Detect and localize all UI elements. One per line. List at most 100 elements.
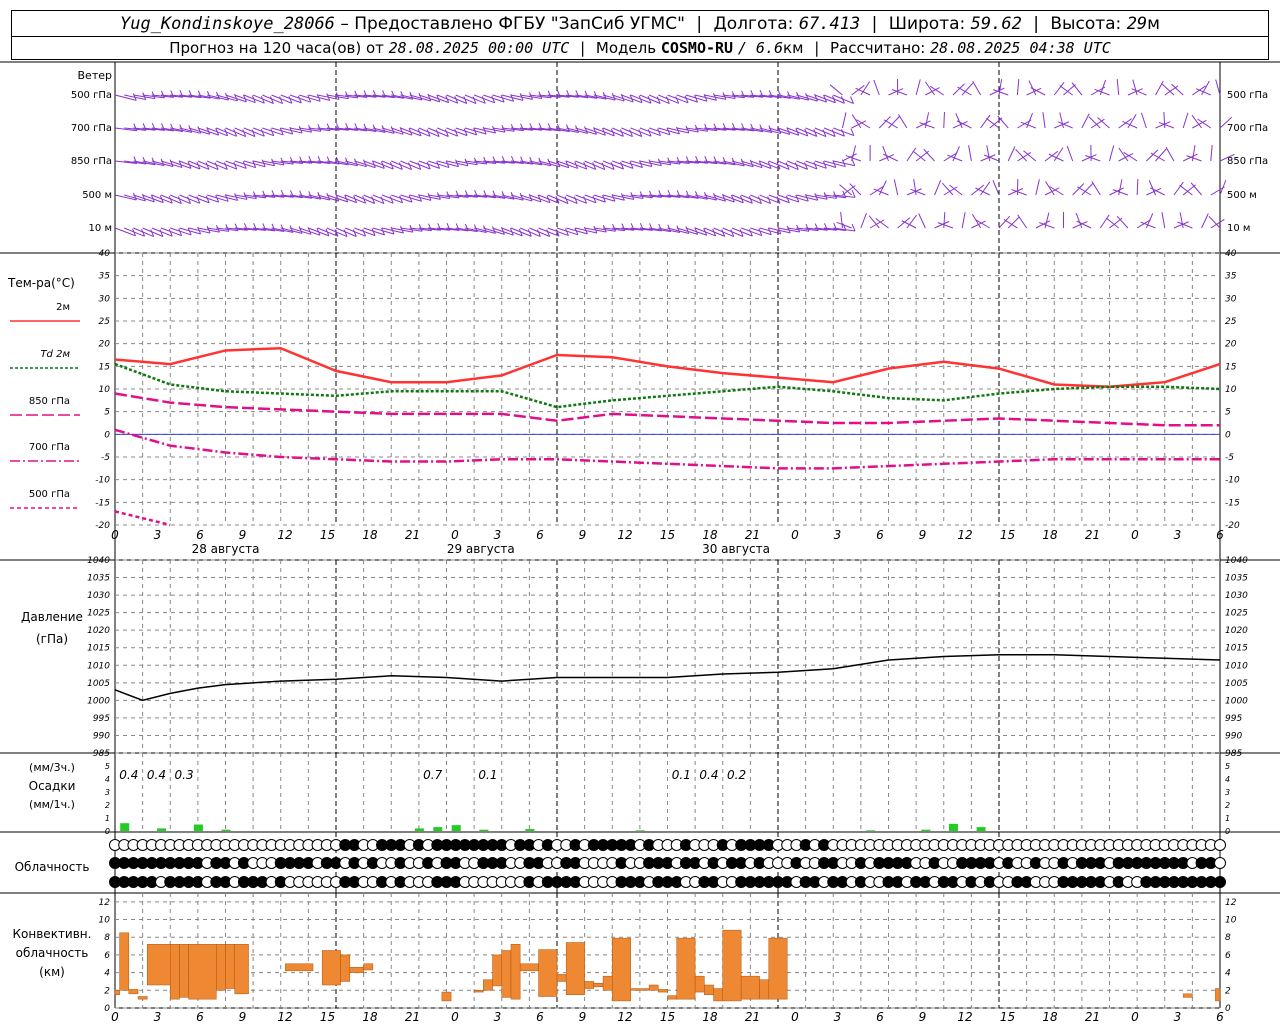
- temp-tick-right: 30: [1225, 294, 1237, 304]
- wind-barb: [1109, 145, 1115, 162]
- precip-title-3h: (мм/3ч.): [29, 761, 75, 774]
- precip-title: Осадки: [29, 779, 76, 793]
- wind-barb: [913, 179, 917, 196]
- wind-barb: [1219, 179, 1227, 196]
- temp-hour-tick: 12: [277, 528, 292, 542]
- press-tick-left: 1035: [87, 574, 110, 584]
- conv-cloud-block: [648, 984, 659, 991]
- temp-hour-tick: 15: [660, 528, 675, 542]
- conv-cloud-block: [565, 942, 585, 995]
- wind-barb: [1053, 82, 1065, 96]
- wind-barb: [1136, 178, 1139, 196]
- conv-cloud-block: [612, 937, 631, 1002]
- conv-cloud-block: [713, 988, 724, 1002]
- bottom-hour-tick: 21: [745, 1010, 760, 1024]
- temp-tick-left: 30: [99, 294, 111, 304]
- temp-hour-tick: 12: [957, 528, 972, 542]
- bottom-hour-tick: 12: [957, 1010, 972, 1024]
- conv-tick-left: 0: [104, 1004, 110, 1014]
- conv-cloud-block: [602, 975, 613, 991]
- wind-barb: [1182, 112, 1189, 129]
- wind-barb: [1155, 121, 1171, 129]
- conv-cloud-block: [128, 989, 139, 995]
- conv-cloud-block: [234, 944, 249, 995]
- temp-legend-label: 2м: [56, 302, 70, 313]
- press-tick-left: 1010: [87, 661, 110, 671]
- precip-bar: [525, 829, 535, 831]
- wind-barb: [957, 86, 972, 96]
- temp-legend-label: 500 гПа: [29, 489, 70, 500]
- precip-bar: [948, 823, 958, 831]
- wind-barb: [612, 127, 633, 138]
- bottom-hour-tick: 21: [1085, 1010, 1100, 1024]
- conv-cloud-block: [667, 995, 677, 1000]
- wind-barb: [1105, 217, 1120, 229]
- wind-barb: [1118, 118, 1132, 129]
- wind-barb: [1099, 214, 1110, 229]
- wind-barb: [833, 160, 855, 167]
- wind-barb-feather: [851, 223, 856, 232]
- press-tick-right: 1030: [1225, 591, 1248, 601]
- conv-cloud-block: [114, 990, 120, 995]
- wind-barb: [1123, 151, 1138, 162]
- wind-barb: [968, 145, 972, 162]
- wind-barb-feather: [335, 92, 340, 100]
- conv-tick-left: 12: [99, 898, 111, 908]
- precip-total-label: 0.4: [119, 768, 138, 782]
- conv-tick-right: 8: [1225, 933, 1231, 943]
- temp-tick-left: -5: [101, 453, 110, 463]
- press-tick-right: 1020: [1225, 626, 1248, 636]
- wind-barb: [1035, 179, 1040, 196]
- wind-barb: [972, 80, 982, 96]
- wind-barb: [915, 79, 921, 96]
- temp-tick-left: 40: [99, 249, 111, 259]
- precip-tick-right: 4: [1225, 775, 1230, 784]
- wind-barb: [873, 188, 889, 196]
- press-tick-left: 1015: [87, 644, 110, 654]
- precip-bar: [866, 830, 876, 831]
- conv-cloud-block: [740, 975, 760, 1000]
- conv-cloud-block: [584, 981, 595, 989]
- temp-tick-right: 15: [1225, 362, 1237, 372]
- precip-total-label: 0.1: [478, 768, 497, 782]
- wind-barb: [1016, 79, 1020, 96]
- wind-barb-feather: [160, 90, 165, 99]
- wind-level-label-left: 500 м: [82, 190, 112, 201]
- temp-date-label: 28 августа: [192, 542, 260, 556]
- wind-barb: [1042, 112, 1046, 129]
- conv-tick-left: 8: [104, 933, 110, 943]
- precip-tick-right: 0: [1225, 827, 1230, 836]
- wind-barb: [930, 85, 945, 96]
- conv-cloud-block: [119, 932, 130, 991]
- conv-tick-right: 10: [1225, 916, 1237, 926]
- wind-barb: [923, 148, 935, 162]
- temp-hour-tick: 3: [1174, 528, 1182, 542]
- precip-tick-right: 1: [1225, 814, 1230, 823]
- wind-level-label-left: 10 м: [89, 223, 112, 234]
- wind-barb: [888, 88, 904, 96]
- wind-barb: [1179, 184, 1193, 196]
- wind-barb: [980, 114, 991, 129]
- wind-barb: [956, 120, 972, 129]
- wind-barb: [943, 111, 945, 129]
- precip-total-label: 0.1: [672, 768, 691, 782]
- temp-hour-tick: 0: [451, 528, 459, 542]
- wind-barb: [1140, 112, 1147, 129]
- temp-hour-tick: 18: [1042, 528, 1058, 542]
- wind-barb-feather: [851, 190, 856, 198]
- temp-tick-right: -5: [1225, 453, 1234, 463]
- precip-bar: [120, 823, 130, 831]
- wind-barb: [354, 194, 375, 204]
- bottom-hour-tick: 12: [277, 1010, 292, 1024]
- wind-barb: [1197, 118, 1212, 129]
- bottom-hour-tick: 0: [111, 1010, 119, 1024]
- temp-hour-tick: 6: [536, 528, 544, 542]
- press-tick-left: 1020: [87, 626, 110, 636]
- conv-cloud-block: [676, 937, 696, 1000]
- wind-barb: [1173, 181, 1184, 196]
- precip-tick-right: 2: [1225, 801, 1230, 810]
- conv-cloud-block: [519, 963, 539, 972]
- temp-series-line: [114, 510, 171, 527]
- bottom-hour-tick: 18: [702, 1010, 718, 1024]
- temp-tick-left: 20: [99, 340, 111, 350]
